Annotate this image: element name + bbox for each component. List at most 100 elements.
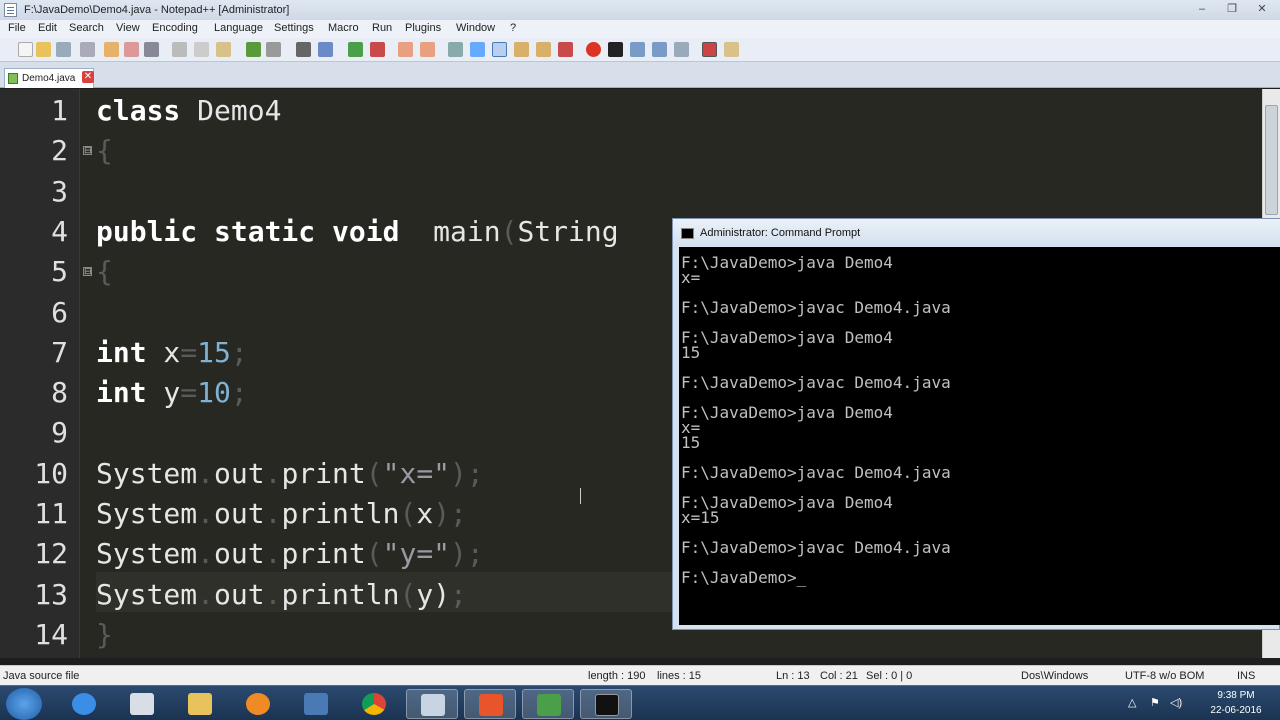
sync-horizontal-icon[interactable] bbox=[420, 42, 435, 57]
code-token: Demo4 bbox=[180, 94, 282, 127]
menu-plugins[interactable]: Plugins bbox=[405, 22, 441, 34]
code-token: int bbox=[96, 335, 147, 369]
chrome-icon bbox=[362, 693, 386, 715]
command-prompt-titlebar[interactable]: Administrator: Command Prompt bbox=[673, 219, 1280, 247]
stop-macro-icon[interactable] bbox=[608, 42, 623, 57]
copy-icon[interactable] bbox=[194, 42, 209, 57]
console-line: F:\JavaDemo>javac Demo4.java bbox=[681, 373, 951, 392]
save-icon[interactable] bbox=[56, 42, 71, 57]
close-file-icon[interactable] bbox=[104, 42, 119, 57]
menu-file[interactable]: File bbox=[8, 22, 26, 34]
word-wrap-icon[interactable] bbox=[448, 42, 463, 57]
command-prompt-icon bbox=[595, 694, 619, 716]
taskbar-chart[interactable] bbox=[522, 689, 574, 719]
taskbar-calculator[interactable] bbox=[116, 689, 168, 719]
mouse-ibeam-cursor bbox=[580, 488, 582, 504]
code-text: System.out.print("y="); bbox=[96, 534, 484, 574]
plugin-icon[interactable] bbox=[724, 42, 739, 57]
line-number: 4 bbox=[51, 214, 68, 248]
menu-help[interactable]: ? bbox=[510, 22, 516, 34]
status-selection: Sel : 0 | 0 bbox=[866, 670, 913, 682]
code-line[interactable]: 1 class Demo4 bbox=[0, 91, 1262, 131]
menu-view[interactable]: View bbox=[116, 22, 140, 34]
function-list-icon[interactable] bbox=[536, 42, 551, 57]
zoom-out-icon[interactable] bbox=[370, 42, 385, 57]
indent-guide-icon[interactable] bbox=[492, 42, 507, 57]
taskbar-explorer[interactable] bbox=[174, 689, 226, 719]
tab-close-icon[interactable]: ✕ bbox=[82, 71, 94, 83]
code-token: ) bbox=[433, 577, 451, 611]
code-line[interactable]: 3 bbox=[0, 172, 1262, 212]
menu-run[interactable]: Run bbox=[372, 22, 392, 34]
menu-window[interactable]: Window bbox=[456, 22, 495, 34]
window-icon bbox=[421, 694, 445, 716]
taskbar-media-player[interactable] bbox=[232, 689, 284, 719]
taskbar-remote-desktop[interactable] bbox=[290, 689, 342, 719]
code-token: ); bbox=[433, 497, 467, 530]
zoom-in-icon[interactable] bbox=[348, 42, 363, 57]
line-number: 1 bbox=[51, 94, 68, 127]
restore-button[interactable]: ❐ bbox=[1220, 2, 1244, 17]
close-all-icon[interactable] bbox=[124, 42, 139, 57]
doc-map-icon[interactable] bbox=[514, 42, 529, 57]
save-macro-icon[interactable] bbox=[674, 42, 689, 57]
all-characters-icon[interactable] bbox=[470, 42, 485, 57]
code-token: println bbox=[281, 577, 400, 611]
record-macro-icon[interactable] bbox=[586, 42, 601, 57]
code-token: = bbox=[180, 376, 198, 410]
open-file-icon[interactable] bbox=[36, 42, 51, 57]
paste-icon[interactable] bbox=[216, 42, 231, 57]
save-all-icon[interactable] bbox=[80, 42, 95, 57]
menu-encoding[interactable]: Encoding bbox=[152, 22, 198, 34]
taskbar-command-prompt[interactable] bbox=[580, 689, 632, 719]
close-button[interactable]: ✕ bbox=[1250, 2, 1274, 17]
menu-edit[interactable]: Edit bbox=[38, 22, 57, 34]
volume-icon[interactable]: ◁) bbox=[1170, 696, 1182, 709]
menu-macro[interactable]: Macro bbox=[328, 22, 359, 34]
find-icon[interactable] bbox=[296, 42, 311, 57]
play-macro-icon[interactable] bbox=[630, 42, 645, 57]
console-line: F:\JavaDemo>javac Demo4.java bbox=[681, 463, 951, 482]
folder-icon bbox=[188, 693, 212, 715]
spell-check-icon[interactable] bbox=[702, 42, 717, 57]
code-token: System bbox=[96, 577, 198, 611]
run-macro-multiple-icon[interactable] bbox=[652, 42, 667, 57]
taskbar-files[interactable] bbox=[406, 689, 458, 719]
line-number: 11 bbox=[34, 497, 68, 530]
code-token: y bbox=[146, 376, 181, 410]
taskbar-internet-explorer[interactable] bbox=[58, 689, 110, 719]
code-token: ( bbox=[365, 456, 383, 490]
code-token: public static void bbox=[96, 214, 400, 248]
code-token: ( bbox=[365, 537, 383, 571]
command-prompt-console[interactable]: F:\JavaDemo>java Demo4 x= F:\JavaDemo>java… bbox=[679, 247, 1280, 625]
minimize-button[interactable]: – bbox=[1190, 2, 1214, 17]
fold-marker-icon[interactable]: ⊟ bbox=[83, 267, 92, 276]
fold-marker-icon[interactable]: ⊟ bbox=[83, 146, 92, 155]
taskbar-chrome[interactable] bbox=[348, 689, 400, 719]
undo-icon[interactable] bbox=[246, 42, 261, 57]
redo-icon[interactable] bbox=[266, 42, 281, 57]
scrollbar-thumb[interactable] bbox=[1265, 105, 1278, 215]
taskbar-clock[interactable]: 9:38 PM 22-06-2016 bbox=[1196, 688, 1276, 718]
menu-search[interactable]: Search bbox=[69, 22, 104, 34]
command-prompt-window[interactable]: Administrator: Command Prompt F:\JavaDem… bbox=[672, 218, 1280, 630]
code-token: } bbox=[96, 617, 113, 651]
action-center-icon[interactable]: ⚑ bbox=[1150, 696, 1160, 709]
taskbar-office[interactable] bbox=[464, 689, 516, 719]
new-file-icon[interactable] bbox=[18, 42, 33, 57]
line-number: 10 bbox=[34, 456, 68, 490]
menu-language[interactable]: Language bbox=[214, 22, 263, 34]
line-number: 7 bbox=[51, 335, 68, 369]
start-button-icon[interactable] bbox=[6, 688, 42, 720]
replace-icon[interactable] bbox=[318, 42, 333, 57]
folder-workspace-icon[interactable] bbox=[558, 42, 573, 57]
menu-settings[interactable]: Settings bbox=[274, 22, 314, 34]
code-token: out bbox=[214, 577, 265, 611]
code-line[interactable]: 2{ bbox=[0, 131, 1262, 171]
tab-demo4-java[interactable]: Demo4.java ✕ bbox=[4, 68, 94, 88]
show-hidden-icons-icon[interactable]: △ bbox=[1128, 696, 1136, 709]
cut-icon[interactable] bbox=[172, 42, 187, 57]
print-icon[interactable] bbox=[144, 42, 159, 57]
line-number: 6 bbox=[51, 295, 68, 329]
sync-vertical-icon[interactable] bbox=[398, 42, 413, 57]
